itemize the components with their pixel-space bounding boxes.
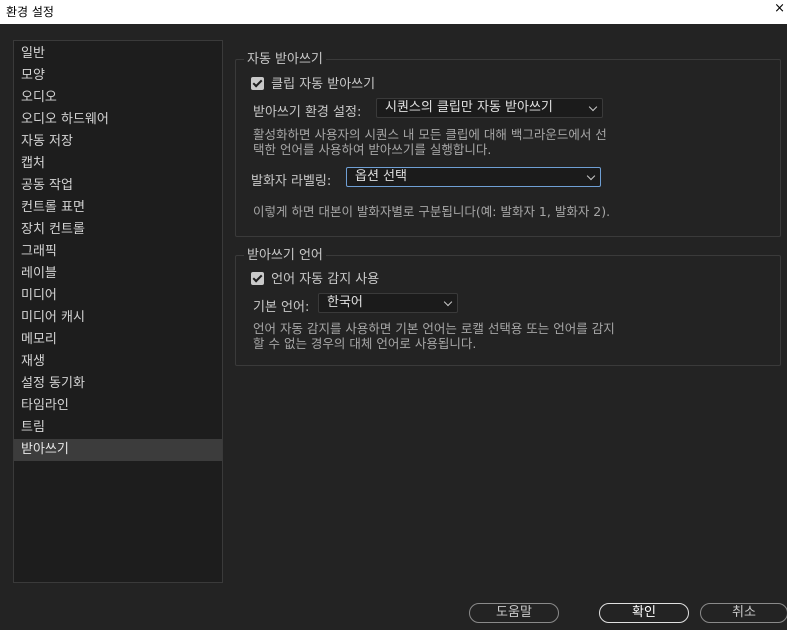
- language-detect-label: 언어 자동 감지 사용: [271, 272, 380, 287]
- sidebar-item[interactable]: 일반: [14, 43, 222, 65]
- sidebar-item[interactable]: 공동 작업: [14, 175, 222, 197]
- window-title: 환경 설정: [6, 5, 54, 19]
- preset-label: 받아쓰기 환경 설정:: [253, 105, 362, 120]
- chevron-down-icon: [588, 102, 598, 112]
- speaker-select[interactable]: 옵션 선택: [346, 167, 601, 187]
- sidebar-item[interactable]: 오디오: [14, 87, 222, 109]
- sidebar-item[interactable]: 미디어 캐시: [14, 307, 222, 329]
- auto-transcribe-title: 자동 받아쓰기: [244, 52, 326, 67]
- default-language-value: 한국어: [327, 295, 363, 310]
- default-language-label: 기본 언어:: [253, 300, 310, 315]
- preset-value: 시퀀스의 클립만 자동 받아쓰기: [385, 100, 553, 115]
- checkmark-icon[interactable]: [251, 272, 264, 285]
- sidebar-item[interactable]: 캡처: [14, 153, 222, 175]
- speaker-value: 옵션 선택: [355, 169, 407, 184]
- default-language-select[interactable]: 한국어: [318, 293, 458, 313]
- sidebar-item[interactable]: 트림: [14, 417, 222, 439]
- sidebar-item[interactable]: 그래픽: [14, 241, 222, 263]
- speaker-note: 이렇게 하면 대본이 발화자별로 구분됩니다(예: 발화자 1, 발화자 2).: [253, 204, 611, 219]
- sidebar-item[interactable]: 모양: [14, 65, 222, 87]
- close-icon[interactable]: ×: [774, 1, 785, 16]
- sidebar-item[interactable]: 타임라인: [14, 395, 222, 417]
- sidebar-item[interactable]: 레이블: [14, 263, 222, 285]
- auto-transcribe-description: 활성화하면 사용자의 시퀀스 내 모든 클립에 대해 백그라운드에서 선 택한 …: [253, 127, 607, 157]
- cancel-button[interactable]: 취소: [700, 603, 787, 623]
- sidebar-item[interactable]: 메모리: [14, 329, 222, 351]
- language-description: 언어 자동 감지를 사용하면 기본 언어는 로캘 선택용 또는 언어를 감지 할…: [253, 321, 615, 351]
- sidebar-list: 일반 모양 오디오 오디오 하드웨어 자동 저장 캡처 공동 작업 컨트롤 표면 장치 컨트롤 그…: [14, 41, 222, 461]
- help-button[interactable]: 도움말: [469, 603, 559, 623]
- sidebar-item[interactable]: 받아쓰기: [14, 439, 222, 461]
- ok-button[interactable]: 확인: [599, 603, 689, 623]
- preset-select[interactable]: 시퀀스의 클립만 자동 받아쓰기: [376, 98, 603, 118]
- transcription-language-group: 받아쓰기 언어 언어 자동 감지 사용 기본 언어: 한국어 언어 자동 감지를…: [235, 248, 781, 366]
- sidebar-item[interactable]: 장치 컨트롤: [14, 219, 222, 241]
- chevron-down-icon: [443, 297, 453, 307]
- sidebar-item[interactable]: 오디오 하드웨어: [14, 109, 222, 131]
- sidebar-item[interactable]: 자동 저장: [14, 131, 222, 153]
- speaker-label: 발화자 라벨링:: [251, 174, 332, 189]
- checkmark-icon[interactable]: [251, 77, 264, 90]
- sidebar-item[interactable]: 컨트롤 표면: [14, 197, 222, 219]
- auto-transcribe-checkbox-label: 클립 자동 받아쓰기: [271, 77, 376, 92]
- transcription-language-title: 받아쓰기 언어: [244, 248, 326, 263]
- sidebar-item[interactable]: 재생: [14, 351, 222, 373]
- auto-transcribe-group: 자동 받아쓰기 클립 자동 받아쓰기 받아쓰기 환경 설정: 시퀀스의 클립만 …: [235, 52, 781, 237]
- title-bar: 환경 설정 ×: [0, 0, 787, 24]
- sidebar-item[interactable]: 미디어: [14, 285, 222, 307]
- auto-transcribe-checkbox-row[interactable]: 클립 자동 받아쓰기: [251, 73, 375, 92]
- language-detect-checkbox-row[interactable]: 언어 자동 감지 사용: [251, 268, 379, 287]
- preferences-sidebar: 일반 모양 오디오 오디오 하드웨어 자동 저장 캡처 공동 작업 컨트롤 표면 장치 컨트롤 그…: [13, 40, 223, 583]
- chevron-down-icon: [586, 171, 596, 181]
- sidebar-item[interactable]: 설정 동기화: [14, 373, 222, 395]
